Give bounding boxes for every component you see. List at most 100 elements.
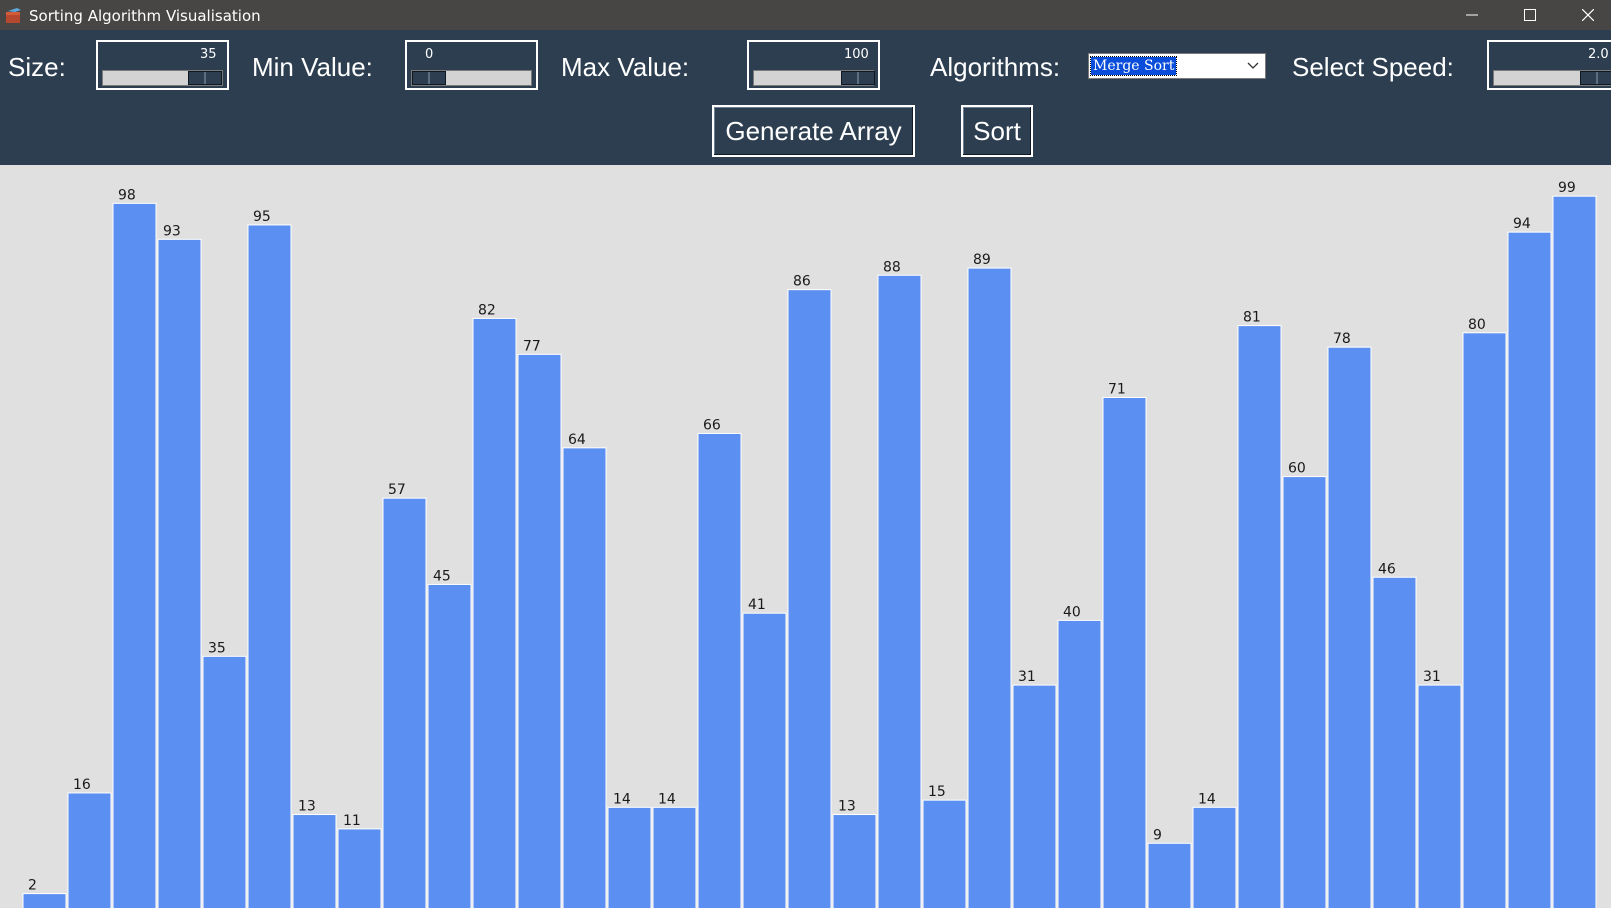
bar-value-label: 98 (118, 187, 136, 203)
bar-value-label: 81 (1243, 310, 1261, 326)
bar-value-label: 78 (1333, 331, 1351, 347)
chevron-down-icon[interactable] (1247, 62, 1259, 70)
bar-value-label: 15 (928, 784, 946, 800)
bar (1102, 397, 1147, 908)
bar-value-label: 88 (883, 259, 901, 275)
speed-slider[interactable]: 2.0 (1487, 40, 1611, 90)
bar-value-label: 86 (793, 274, 811, 290)
bar (1237, 325, 1282, 908)
bar (1057, 619, 1102, 908)
bar-value-label: 16 (73, 777, 91, 793)
algorithms-label: Algorithms: (930, 52, 1061, 82)
title-bar: Sorting Algorithm Visualisation (0, 0, 1611, 30)
bar-value-label: 13 (298, 799, 316, 815)
speed-slider-trough[interactable] (1493, 70, 1611, 86)
bar (247, 224, 292, 908)
bar (1327, 346, 1372, 908)
bar (1282, 476, 1327, 908)
max-value-value: 100 (844, 47, 869, 62)
bar-chart: 2 16 98 93 35 95 13 11 57 45 82 77 64 14 14 66 41 86 13 88 1… (22, 180, 1597, 908)
bar (787, 289, 832, 908)
algorithm-select[interactable]: Merge Sort (1088, 53, 1266, 79)
bar-value-label: 94 (1513, 216, 1531, 232)
close-button[interactable] (1559, 0, 1611, 30)
bar (1417, 684, 1462, 908)
bar-value-label: 41 (748, 597, 766, 613)
bar-value-label: 14 (613, 791, 631, 807)
bar-value-label: 60 (1288, 461, 1306, 477)
bar (697, 432, 742, 908)
sort-button[interactable]: Sort (961, 105, 1033, 157)
bar (202, 655, 247, 908)
bar-value-label: 31 (1423, 669, 1441, 685)
bar-value-label: 14 (1198, 791, 1216, 807)
bar (1012, 684, 1057, 908)
bar-value-label: 57 (388, 482, 406, 498)
bar-value-label: 31 (1018, 669, 1036, 685)
size-slider-knob[interactable] (188, 71, 222, 85)
max-value-slider[interactable]: 100 (747, 40, 880, 90)
minimize-button[interactable] (1443, 0, 1501, 30)
bar (877, 274, 922, 908)
bar (292, 814, 337, 908)
bar (607, 806, 652, 908)
select-speed-label: Select Speed: (1292, 52, 1454, 82)
bar (1552, 195, 1597, 908)
bar-value-label: 13 (838, 799, 856, 815)
bar-value-label: 71 (1108, 382, 1126, 398)
size-slider[interactable]: 35 (96, 40, 229, 90)
bar (742, 612, 787, 908)
bar-value-label: 11 (343, 813, 361, 829)
algorithm-selected-value: Merge Sort (1089, 56, 1178, 76)
bar-value-label: 89 (973, 252, 991, 268)
bar-value-label: 77 (523, 338, 541, 354)
maximize-icon (1524, 9, 1536, 21)
bar (382, 497, 427, 908)
bar-value-label: 99 (1558, 180, 1576, 196)
window-title: Sorting Algorithm Visualisation (29, 7, 261, 25)
bar-value-label: 35 (208, 640, 226, 656)
bar (1462, 332, 1507, 908)
min-value-label: Min Value: (252, 52, 373, 82)
size-label: Size: (8, 52, 66, 82)
bar-chart-canvas: 2 16 98 93 35 95 13 11 57 45 82 77 64 14 14 66 41 86 13 88 1… (0, 165, 1611, 908)
bar-value-label: 9 (1153, 827, 1162, 843)
bar (427, 583, 472, 908)
bar (1192, 806, 1237, 908)
bar (517, 353, 562, 908)
bar-value-label: 93 (163, 223, 181, 239)
maximize-button[interactable] (1501, 0, 1559, 30)
max-value-slider-trough[interactable] (753, 70, 875, 86)
bar-value-label: 80 (1468, 317, 1486, 333)
bar-value-label: 2 (28, 878, 37, 894)
min-value-value: 0 (425, 47, 434, 62)
bar-value-label: 82 (478, 302, 496, 318)
bar (1147, 842, 1192, 908)
max-value-label: Max Value: (561, 52, 690, 82)
speed-slider-knob[interactable] (1580, 71, 1611, 85)
control-panel: Size: 35 Min Value: 0 Max Value: 100 Alg… (0, 30, 1611, 165)
bar-value-label: 46 (1378, 561, 1396, 577)
bar (1507, 231, 1552, 908)
min-value-slider-knob[interactable] (412, 71, 446, 85)
size-value: 35 (200, 47, 217, 62)
bar (967, 267, 1012, 908)
generate-array-button[interactable]: Generate Array (712, 105, 915, 157)
max-value-slider-knob[interactable] (841, 71, 875, 85)
min-value-slider-trough[interactable] (411, 70, 532, 86)
bar-value-label: 66 (703, 417, 721, 433)
min-value-slider[interactable]: 0 (405, 40, 538, 90)
close-icon (1582, 9, 1594, 21)
size-slider-trough[interactable] (102, 70, 223, 86)
bar-value-label: 14 (658, 791, 676, 807)
bar-value-label: 45 (433, 568, 451, 584)
bar (337, 828, 382, 908)
bar (652, 806, 697, 908)
bar (562, 447, 607, 908)
bar (67, 792, 112, 908)
app-feather-icon (5, 6, 23, 24)
bar (112, 202, 157, 908)
minimize-icon (1466, 14, 1478, 16)
speed-value: 2.0 (1588, 47, 1609, 62)
bar (22, 893, 67, 908)
